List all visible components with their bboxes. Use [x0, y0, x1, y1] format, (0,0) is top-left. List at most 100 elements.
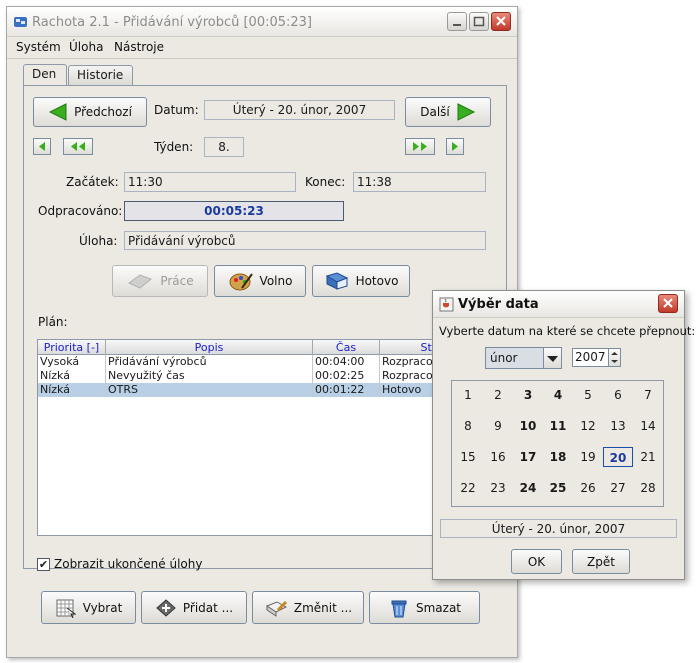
menu-tools[interactable]: Nástroje — [114, 40, 164, 54]
maximize-button[interactable] — [469, 12, 489, 31]
cell-priority: Nízká — [38, 383, 106, 397]
calendar-day[interactable]: 19 — [573, 447, 603, 467]
selected-date-display: Úterý - 20. únor, 2007 — [440, 519, 677, 538]
arrow-left-small-icon — [39, 142, 45, 151]
prev-day-small-button[interactable] — [33, 138, 51, 155]
calendar-day[interactable]: 4 — [543, 385, 573, 405]
column-header-time[interactable]: Čas — [313, 340, 380, 355]
plan-label: Plán: — [38, 315, 68, 329]
calendar-day[interactable]: 7 — [633, 385, 663, 405]
select-button[interactable]: Vybrat — [41, 591, 136, 624]
minimize-button[interactable] — [447, 12, 467, 31]
arrow-right-small-icon — [452, 142, 458, 151]
calendar-day[interactable]: 13 — [603, 416, 633, 436]
calendar-day[interactable]: 9 — [483, 416, 513, 436]
change-button[interactable]: Změnit ... — [252, 591, 364, 624]
close-icon — [496, 16, 506, 26]
calendar-day[interactable]: 28 — [633, 478, 663, 498]
worked-label: Odpracováno: — [38, 204, 123, 218]
calendar-day[interactable]: 24 — [513, 478, 543, 498]
previous-day-button[interactable]: Předchozí — [33, 97, 147, 127]
ok-button[interactable]: OK — [511, 549, 562, 574]
menu-bar: Systém Úloha Nástroje — [7, 37, 517, 59]
calendar-day[interactable]: 26 — [573, 478, 603, 498]
table-row-selected[interactable]: Nízká OTRS 00:01:22 Hotovo — [38, 383, 433, 397]
close-button[interactable] — [491, 12, 511, 31]
week-value: 8. — [204, 137, 244, 157]
worked-time-display: 00:05:23 — [124, 201, 344, 221]
dialog-title: Výběr data — [458, 297, 539, 312]
next-day-button[interactable]: Další — [405, 97, 491, 127]
delete-label: Smazat — [415, 600, 462, 615]
change-label: Změnit ... — [293, 600, 353, 615]
calendar-day[interactable]: 22 — [453, 478, 483, 498]
calendar-day[interactable]: 11 — [543, 416, 573, 436]
start-field[interactable]: 11:30 — [124, 172, 296, 192]
calendar-day[interactable]: 2 — [483, 385, 513, 405]
work-button[interactable]: Práce — [112, 265, 208, 297]
calendar-day[interactable]: 3 — [513, 385, 543, 405]
calendar-day-selected[interactable]: 20 — [603, 447, 633, 467]
show-finished-checkbox[interactable]: ✔ — [37, 558, 50, 571]
calendar-day[interactable]: 1 — [453, 385, 483, 405]
cell-status: Rozpraco — [380, 355, 433, 369]
calendar-day[interactable]: 18 — [543, 447, 573, 467]
add-button[interactable]: Přidat ... — [141, 591, 247, 624]
calendar-day[interactable]: 15 — [453, 447, 483, 467]
book-icon — [325, 272, 348, 290]
year-spinner[interactable]: 2007 — [572, 348, 621, 367]
cell-priority: Nízká — [38, 369, 106, 383]
title-bar[interactable]: Rachota 2.1 - Přidávání výrobců [00:05:2… — [7, 7, 517, 37]
table-row[interactable]: Nízká Nevyužitý čas 00:02:25 Rozpraco — [38, 369, 433, 383]
cell-priority: Vysoká — [38, 355, 106, 369]
dialog-title-bar[interactable]: Výběr data — [433, 291, 684, 318]
plan-table[interactable]: Priorita [-] Popis Čas Sta Vysoká Přidáv… — [37, 339, 434, 536]
calendar-day[interactable]: 10 — [513, 416, 543, 436]
arrow-left-icon — [48, 103, 67, 121]
calendar-day[interactable]: 6 — [603, 385, 633, 405]
work-label: Práce — [160, 274, 194, 288]
calendar-day[interactable]: 25 — [543, 478, 573, 498]
next-week-button[interactable] — [405, 138, 435, 155]
task-label: Úloha: — [79, 234, 118, 248]
start-label: Začátek: — [66, 175, 119, 189]
cell-status: Rozpraco — [380, 369, 433, 383]
window-title: Rachota 2.1 - Přidávání výrobců [00:05:2… — [32, 15, 313, 30]
calendar-day[interactable]: 14 — [633, 416, 663, 436]
calendar-day[interactable]: 8 — [453, 416, 483, 436]
column-header-description[interactable]: Popis — [106, 340, 313, 355]
date-label: Datum: — [154, 103, 199, 117]
cell-time: 00:04:00 — [313, 355, 380, 369]
date-value: Úterý - 20. únor, 2007 — [204, 100, 395, 120]
date-picker-dialog: Výběr data Vyberte datum na které se chc… — [432, 290, 695, 580]
back-button[interactable]: Zpět — [572, 549, 630, 574]
calendar-day[interactable]: 17 — [513, 447, 543, 467]
menu-system[interactable]: Systém — [16, 40, 61, 54]
calendar-day[interactable]: 12 — [573, 416, 603, 436]
prev-week-button[interactable] — [63, 138, 93, 155]
year-spin-buttons[interactable] — [608, 349, 620, 366]
calendar-day[interactable]: 21 — [633, 447, 663, 467]
done-button[interactable]: Hotovo — [312, 265, 410, 297]
dialog-close-button[interactable] — [658, 294, 678, 313]
menu-task[interactable]: Úloha — [69, 40, 103, 54]
java-cup-icon — [439, 297, 454, 312]
month-select[interactable]: únor — [485, 347, 562, 369]
tab-history[interactable]: Historie — [68, 65, 133, 85]
end-field[interactable]: 11:38 — [353, 172, 486, 192]
calendar-day[interactable]: 23 — [483, 478, 513, 498]
next-day-small-button[interactable] — [446, 138, 464, 155]
dialog-prompt: Vyberte datum na které se chcete přepnou… — [439, 324, 696, 338]
delete-button[interactable]: Smazat — [369, 591, 480, 624]
calendar-day[interactable]: 27 — [603, 478, 633, 498]
free-button[interactable]: Volno — [214, 265, 306, 297]
ok-label: OK — [527, 554, 546, 569]
calendar-day[interactable]: 5 — [573, 385, 603, 405]
tab-day[interactable]: Den — [23, 64, 67, 86]
column-header-priority[interactable]: Priorita [-] — [38, 340, 106, 355]
table-row[interactable]: Vysoká Přidávání výrobců 00:04:00 Rozpra… — [38, 355, 433, 369]
done-label: Hotovo — [355, 274, 399, 288]
month-dropdown-button[interactable] — [543, 348, 561, 368]
calendar-day[interactable]: 16 — [483, 447, 513, 467]
column-header-status[interactable]: Sta — [380, 340, 433, 355]
